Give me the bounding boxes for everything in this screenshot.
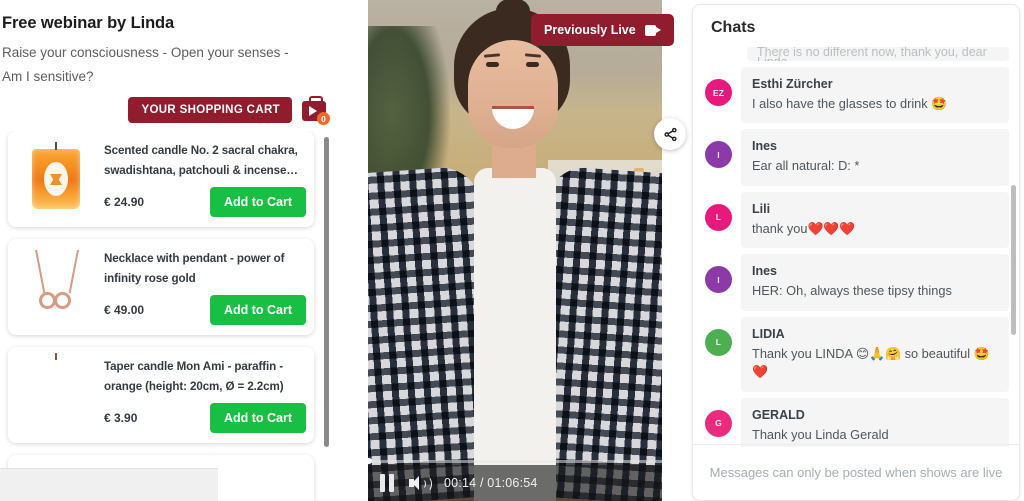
chat-bubble: Esthi Zürcher I also have the glasses to … <box>741 67 1009 124</box>
webinar-subtitle: Raise your consciousness - Open your sen… <box>2 45 289 84</box>
video-column: 00:14 / 01:06:54 Previously Live <box>368 0 688 501</box>
candle-label-shape <box>44 162 68 196</box>
pause-icon[interactable] <box>380 474 396 492</box>
product-image-necklace <box>14 245 98 329</box>
avatar: L <box>705 328 732 356</box>
chat-footer: Messages can only be posted when shows a… <box>693 444 1019 500</box>
avatar: EZ <box>705 79 732 106</box>
candle-glass-shape <box>32 142 80 209</box>
product-card[interactable]: Necklace with pendant - power of infinit… <box>8 239 314 335</box>
cart-row: YOUR SHOPPING CART 0 <box>0 96 330 126</box>
product-price: € 49.00 <box>104 303 145 318</box>
chat-title: Chats <box>711 19 756 36</box>
chat-message: G GERALD Thank you Linda Gerald <box>705 397 1009 447</box>
video-time-display: 00:14 / 01:06:54 <box>444 476 538 490</box>
chat-username: Esthi Zürcher <box>752 77 833 91</box>
product-info: Taper candle Mon Ami - paraffin - orange… <box>98 357 306 434</box>
product-price: € 24.90 <box>104 195 145 210</box>
cart-count-badge: 0 <box>317 112 330 126</box>
bottom-overlay-bar <box>0 468 218 501</box>
white-top <box>474 168 556 501</box>
chat-messages-container: EZ Esthi Zürcher I also have the glasses t… <box>705 67 1009 447</box>
chat-message-list[interactable]: There is no different now, thank you, de… <box>693 47 1019 447</box>
product-list[interactable]: Scented candle No. 2 sacral chakra, swad… <box>0 131 334 501</box>
chat-bubble: GERALD Thank you Linda Gerald <box>741 397 1009 447</box>
video-progress-bar[interactable] <box>368 458 662 464</box>
product-info: Scented candle No. 2 sacral chakra, swad… <box>98 141 306 218</box>
chat-username: GERALD <box>752 407 805 422</box>
chat-username: Ines <box>752 139 778 154</box>
chat-text: I also have the glasses to drink 🤩 <box>752 95 948 111</box>
infinity-pendant-shape <box>39 292 75 310</box>
avatar: I <box>705 266 732 294</box>
chat-message: I Ines Ear all natural: D: * <box>705 129 1009 186</box>
chat-column: Chats There is no different now, thank y… <box>688 0 1024 501</box>
eye-left <box>486 62 499 67</box>
chat-scrollbar[interactable] <box>1011 185 1016 335</box>
presenter-figure <box>368 0 662 501</box>
necklace-shape <box>15 248 97 326</box>
chat-bubble: Lili thank you❤️❤️❤️ <box>741 191 1009 249</box>
chakra-star-icon <box>49 173 63 186</box>
chat-bubble: LIDIA Thank you LINDA 😊🙏🤗 so beautiful 🤩❤… <box>741 316 1009 392</box>
products-sidebar: Free webinar by Linda Raise your conscio… <box>0 0 340 501</box>
shopping-bag-play-icon[interactable]: 0 <box>300 96 330 126</box>
avatar: L <box>705 203 732 231</box>
chat-disabled-note: Messages can only be posted when shows a… <box>709 465 1003 480</box>
previously-live-label: Previously Live <box>544 23 636 37</box>
product-card[interactable]: Scented candle No. 2 sacral chakra, swad… <box>8 131 314 227</box>
chat-message-cutoff: There is no different now, thank you, de… <box>747 47 1009 61</box>
product-list-scrollbar[interactable] <box>324 137 329 447</box>
page-title: Free webinar by Linda <box>2 14 175 32</box>
live-shopping-page: Free webinar by Linda Raise your conscio… <box>0 0 1024 501</box>
chat-username: LIDIA <box>752 326 785 341</box>
face-shape <box>468 40 558 148</box>
chat-username: Lili <box>752 201 771 216</box>
product-name: Scented candle No. 2 sacral chakra, swad… <box>104 143 298 177</box>
chat-message: L Lili thank you❤️❤️❤️ <box>705 191 1009 249</box>
chat-message: L LIDIA Thank you LINDA 😊🙏🤗 so beautiful 🤩… <box>705 316 1009 392</box>
chat-text: Thank you LINDA 😊🙏🤗 so beautiful 🤩❤️ <box>752 345 990 380</box>
chat-message: I Ines HER: Oh, always these tipsy things <box>705 254 1009 311</box>
product-image-taper-candle <box>14 353 98 437</box>
chat-message: EZ Esthi Zürcher I also have the glasses t… <box>705 67 1009 124</box>
chat-text: thank you❤️❤️❤️ <box>752 220 856 236</box>
chain-right-shape <box>68 249 79 294</box>
product-price: € 3.90 <box>104 411 138 426</box>
chat-text: Ear all natural: D: * <box>752 158 860 174</box>
chain-left-shape <box>35 249 45 294</box>
product-image-scented-candle <box>14 137 98 221</box>
add-to-cart-button[interactable]: Add to Cart <box>209 403 306 434</box>
product-actions: € 24.90 Add to Cart <box>104 187 306 218</box>
product-actions: € 3.90 Add to Cart <box>104 403 306 434</box>
eye-right <box>526 62 539 67</box>
your-shopping-cart-button[interactable]: YOUR SHOPPING CART <box>128 97 292 124</box>
video-camera-icon <box>644 24 661 36</box>
add-to-cart-button[interactable]: Add to Cart <box>209 295 306 326</box>
product-card[interactable]: Taper candle Mon Ami - paraffin - orange… <box>8 347 314 443</box>
product-actions: € 49.00 Add to Cart <box>104 295 306 326</box>
chat-bubble: Ines Ear all natural: D: * <box>741 129 1009 186</box>
chat-text: Thank you Linda Gerald <box>752 426 889 442</box>
add-to-cart-button[interactable]: Add to Cart <box>209 187 306 218</box>
chat-bubble: Ines HER: Oh, always these tipsy things <box>741 254 1009 311</box>
product-info: Necklace with pendant - power of infinit… <box>98 249 306 326</box>
chat-text: HER: Oh, always these tipsy things <box>752 283 952 299</box>
product-name: Taper candle Mon Ami - paraffin - orange… <box>104 359 284 393</box>
chat-username: Ines <box>752 264 778 279</box>
avatar: G <box>705 409 732 437</box>
volume-on-icon[interactable] <box>409 474 432 492</box>
taper-candle-shape <box>50 353 62 431</box>
share-icon[interactable] <box>654 118 686 150</box>
play-triangle-shape <box>309 106 317 117</box>
product-name: Necklace with pendant - power of infinit… <box>104 251 285 285</box>
video-controls-bar[interactable]: 00:14 / 01:06:54 <box>368 458 662 501</box>
previously-live-badge[interactable]: Previously Live <box>531 14 674 46</box>
video-player[interactable]: 00:14 / 01:06:54 <box>368 0 662 501</box>
chat-panel: Chats There is no different now, thank y… <box>692 4 1020 501</box>
avatar: I <box>705 141 732 169</box>
